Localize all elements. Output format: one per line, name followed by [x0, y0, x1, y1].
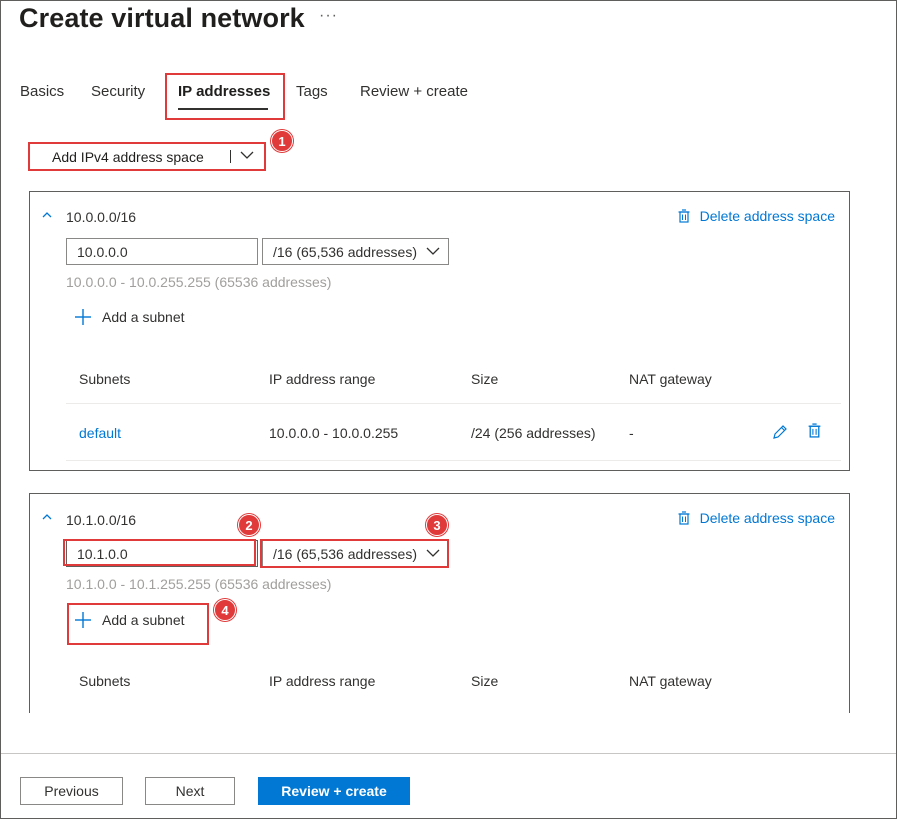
column-header-ip-range: IP address range: [269, 673, 376, 689]
next-button[interactable]: Next: [145, 777, 235, 805]
size-select-value: /16 (65,536 addresses): [273, 243, 417, 260]
address-space-panel-1: 10.0.0.0/16 Delete address space /16 (65…: [29, 191, 850, 471]
callout-badge-2: 2: [238, 514, 260, 536]
size-select[interactable]: /16 (65,536 addresses): [262, 540, 449, 567]
split-divider: [230, 150, 231, 163]
column-header-size: Size: [471, 673, 499, 689]
column-header-subnets: Subnets: [79, 673, 131, 689]
add-subnet-button[interactable]: Add a subnet: [74, 308, 185, 326]
address-input[interactable]: [66, 540, 258, 567]
create-vnet-window: Create virtual network ··· Basics Securi…: [0, 0, 897, 819]
address-range-hint: 10.0.0.0 - 10.0.255.255 (65536 addresses…: [66, 274, 332, 290]
delete-address-space-label: Delete address space: [699, 510, 835, 526]
callout-badge-3: 3: [426, 514, 448, 536]
add-subnet-label: Add a subnet: [102, 309, 185, 325]
column-header-size: Size: [471, 371, 499, 387]
trash-icon: [678, 511, 690, 525]
delete-address-space-link[interactable]: Delete address space: [678, 208, 835, 224]
plus-icon: [75, 612, 91, 628]
review-create-button[interactable]: Review + create: [258, 777, 410, 805]
address-space-title: 10.1.0.0/16: [66, 512, 137, 528]
callout-badge-4: 4: [214, 599, 236, 621]
previous-button[interactable]: Previous: [20, 777, 123, 805]
more-icon[interactable]: ···: [319, 7, 338, 25]
address-range-hint: 10.1.0.0 - 10.1.255.255 (65536 addresses…: [66, 576, 332, 592]
address-input[interactable]: [66, 238, 258, 265]
pencil-icon[interactable]: [772, 424, 788, 440]
tab-review-create[interactable]: Review + create: [360, 83, 468, 100]
column-header-subnets: Subnets: [79, 371, 131, 387]
add-subnet-button[interactable]: Add a subnet: [74, 611, 185, 629]
size-select[interactable]: /16 (65,536 addresses): [262, 238, 449, 265]
size-select-value: /16 (65,536 addresses): [273, 545, 417, 562]
delete-address-space-label: Delete address space: [699, 208, 835, 224]
trash-icon[interactable]: [808, 423, 821, 438]
chevron-up-icon[interactable]: [42, 210, 52, 220]
chevron-down-icon: [426, 549, 440, 557]
callout-box-tab: [165, 73, 285, 120]
add-ipv4-address-space-label: Add IPv4 address space: [52, 148, 204, 165]
page-title: Create virtual network: [19, 3, 305, 33]
table-row-divider: [66, 460, 841, 461]
plus-icon: [75, 309, 91, 325]
tab-security[interactable]: Security: [91, 83, 145, 100]
address-space-title: 10.0.0.0/16: [66, 209, 137, 225]
footer-divider: [1, 753, 896, 754]
delete-address-space-link[interactable]: Delete address space: [678, 510, 835, 526]
subnet-size: /24 (256 addresses): [471, 425, 596, 441]
column-header-nat-gateway: NAT gateway: [629, 673, 712, 689]
subnet-name-link[interactable]: default: [79, 425, 121, 441]
trash-icon: [678, 209, 690, 223]
chevron-down-icon: [426, 247, 440, 255]
subnet-nat-gateway: -: [629, 425, 634, 441]
chevron-down-icon[interactable]: [240, 151, 254, 160]
column-header-nat-gateway: NAT gateway: [629, 371, 712, 387]
tab-basics[interactable]: Basics: [20, 83, 64, 100]
tab-tags[interactable]: Tags: [296, 83, 328, 100]
add-ipv4-address-space-button[interactable]: Add IPv4 address space: [31, 144, 265, 169]
chevron-up-icon[interactable]: [42, 512, 52, 522]
callout-badge-1: 1: [271, 130, 293, 152]
table-divider: [66, 403, 841, 404]
column-header-ip-range: IP address range: [269, 371, 376, 387]
add-subnet-label: Add a subnet: [102, 612, 185, 628]
subnet-ip-range: 10.0.0.0 - 10.0.0.255: [269, 425, 399, 441]
